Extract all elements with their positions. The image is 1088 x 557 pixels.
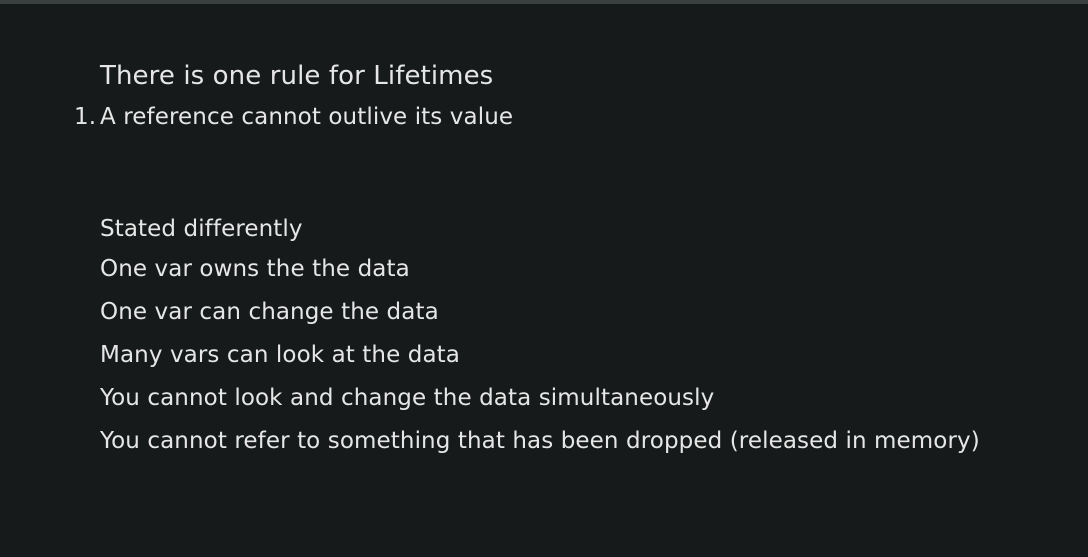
rule-number: 1. — [74, 104, 97, 130]
rule-text: A reference cannot outlive its value — [100, 104, 514, 130]
rule-list-item: 1. A reference cannot outlive its value — [74, 103, 513, 131]
top-divider — [0, 0, 1088, 4]
statement-line: One var can change the data — [100, 299, 439, 325]
statement-line: One var owns the the data — [100, 256, 410, 282]
statement-line: You cannot look and change the data simu… — [100, 385, 715, 411]
statement-line: Many vars can look at the data — [100, 342, 460, 368]
statement-line: You cannot refer to something that has b… — [100, 428, 980, 454]
slide: There is one rule for Lifetimes 1. A refe… — [0, 0, 1088, 557]
slide-heading: There is one rule for Lifetimes — [100, 61, 494, 91]
section-title: Stated differently — [100, 216, 303, 242]
